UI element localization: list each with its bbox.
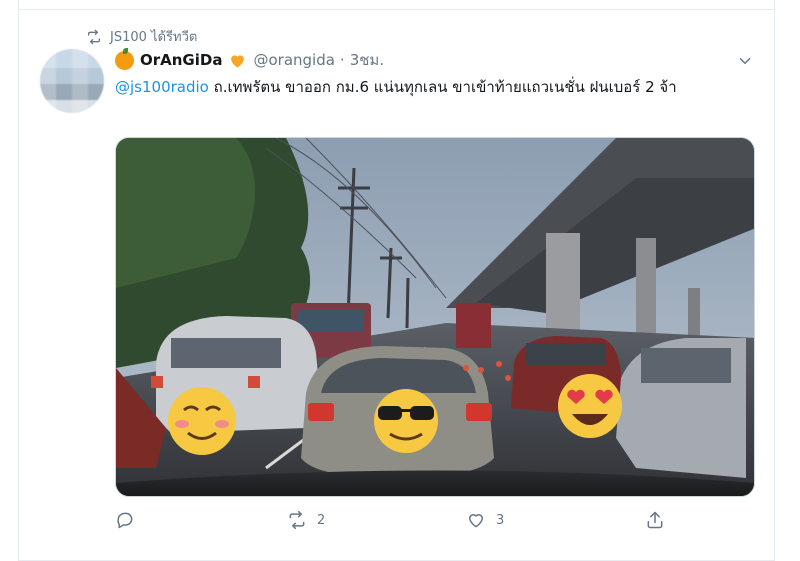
heart-eyes-face-icon <box>558 374 622 438</box>
retweet-context-label: JS100 ได้รีทวีต <box>110 30 198 45</box>
avatar[interactable] <box>40 49 104 113</box>
smiling-face-icon <box>168 387 236 455</box>
orange-icon <box>115 47 134 70</box>
retweet-context[interactable]: JS100 ได้รีทวีต <box>86 26 197 47</box>
retweet-button[interactable]: 2 <box>287 510 325 530</box>
share-icon <box>647 511 663 529</box>
reply-button[interactable] <box>115 510 145 530</box>
retweet-icon <box>88 29 100 44</box>
tweet-actions: 2 3 <box>115 510 755 538</box>
tweet-text: @js100radio ถ.เทพรัตน ขาออก กม.6 แน่นทุก… <box>115 76 775 98</box>
tweet-card[interactable]: JS100 ได้รีทวีต OrAnGiDa @orangida · 3ชม… <box>18 0 775 561</box>
tweet-photo[interactable] <box>115 137 755 497</box>
user-handle[interactable]: @orangida <box>253 51 334 69</box>
divider <box>19 9 774 10</box>
mention-link[interactable]: @js100radio <box>115 78 209 96</box>
orange-heart-icon <box>231 54 245 68</box>
tweet-header: OrAnGiDa @orangida · 3ชม. <box>115 47 760 72</box>
sunglasses-face-icon <box>374 389 438 453</box>
traffic-photo <box>116 138 754 496</box>
retweet-count: 2 <box>317 512 326 528</box>
tweet-timestamp[interactable]: 3ชม. <box>350 48 384 72</box>
retweet-icon <box>289 510 305 530</box>
heart-icon <box>469 514 483 528</box>
tweet-body: ถ.เทพรัตน ขาออก กม.6 แน่นทุกเลน ขาเข้าท้… <box>208 78 677 96</box>
separator-dot: · <box>339 51 345 69</box>
share-button[interactable] <box>645 510 675 530</box>
display-name[interactable]: OrAnGiDa <box>140 51 222 69</box>
reply-icon <box>117 512 133 529</box>
chevron-down-icon[interactable] <box>736 52 754 70</box>
like-count: 3 <box>496 512 505 528</box>
like-button[interactable]: 3 <box>466 510 504 530</box>
